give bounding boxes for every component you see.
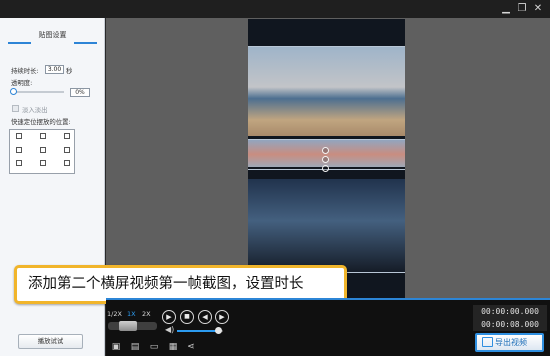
export-icon <box>482 337 493 347</box>
position-top-right[interactable] <box>64 133 70 139</box>
opacity-input[interactable]: 0% <box>70 88 90 97</box>
position-middle-right[interactable] <box>64 147 70 153</box>
position-middle-left[interactable] <box>16 147 22 153</box>
position-center[interactable] <box>40 147 46 153</box>
duration-input[interactable]: 3.00 <box>45 65 64 74</box>
duration-label: 持续时长: <box>11 67 39 75</box>
total-duration: 00:00:08.000 <box>473 318 547 331</box>
position-bottom-right[interactable] <box>64 160 70 166</box>
stop-icon[interactable]: ■ <box>180 310 194 324</box>
duration-unit: 秒 <box>66 67 73 75</box>
folder-icon[interactable]: ▭ <box>148 342 160 352</box>
speed-half-button[interactable]: 1/2X <box>107 310 122 318</box>
current-time: 00:00:00.000 <box>473 305 547 318</box>
title-bar: ▁ ❐ ✕ <box>0 0 550 18</box>
video-frame-night <box>248 179 405 272</box>
timeline-progress[interactable] <box>106 298 550 300</box>
speed-1x-button[interactable]: 1X <box>127 310 136 318</box>
position-label: 快速定位摆放的位置: <box>11 118 71 126</box>
opacity-label: 透明度: <box>11 79 33 87</box>
resize-handle-top[interactable] <box>322 147 329 154</box>
fade-label: 淡入淡出 <box>22 106 48 114</box>
opacity-slider-track[interactable] <box>12 91 64 93</box>
volume-level <box>177 330 219 332</box>
fade-checkbox[interactable] <box>12 105 19 112</box>
snapshot-icon[interactable]: ▦ <box>167 342 179 352</box>
open-file-icon[interactable]: ▤ <box>129 342 141 352</box>
position-top-left[interactable] <box>16 133 22 139</box>
title-underline-right <box>74 42 97 44</box>
export-video-button[interactable]: 导出视频 <box>475 333 544 352</box>
next-frame-icon[interactable]: ▶ <box>215 310 229 324</box>
preview-button[interactable]: 播放试试 <box>18 334 83 349</box>
sticker-top-edge <box>248 139 405 140</box>
speed-slider-handle[interactable] <box>119 321 137 331</box>
volume-icon[interactable]: ◀) <box>165 325 174 334</box>
close-icon[interactable]: ✕ <box>532 3 544 15</box>
export-label: 导出视频 <box>495 338 527 347</box>
position-bottom-center[interactable] <box>40 160 46 166</box>
play-icon[interactable]: ▶ <box>162 310 176 324</box>
video-frame-beach <box>248 47 405 136</box>
title-underline-left <box>8 42 31 44</box>
save-icon[interactable]: ▣ <box>110 342 122 352</box>
panel-title: 贴图设置 <box>38 31 67 39</box>
prev-frame-icon[interactable]: ◀ <box>198 310 212 324</box>
speed-2x-button[interactable]: 2X <box>142 310 151 318</box>
video-preview <box>248 19 405 299</box>
position-top-center[interactable] <box>40 133 46 139</box>
opacity-slider-handle[interactable] <box>10 88 17 95</box>
position-bottom-left[interactable] <box>16 160 22 166</box>
share-icon[interactable]: ⋖ <box>185 342 197 352</box>
resize-handle-bottom[interactable] <box>322 165 329 172</box>
minimize-icon[interactable]: ▁ <box>500 3 512 15</box>
rotate-handle[interactable] <box>322 156 329 163</box>
divider-line <box>248 46 405 47</box>
restore-icon[interactable]: ❐ <box>516 3 528 15</box>
